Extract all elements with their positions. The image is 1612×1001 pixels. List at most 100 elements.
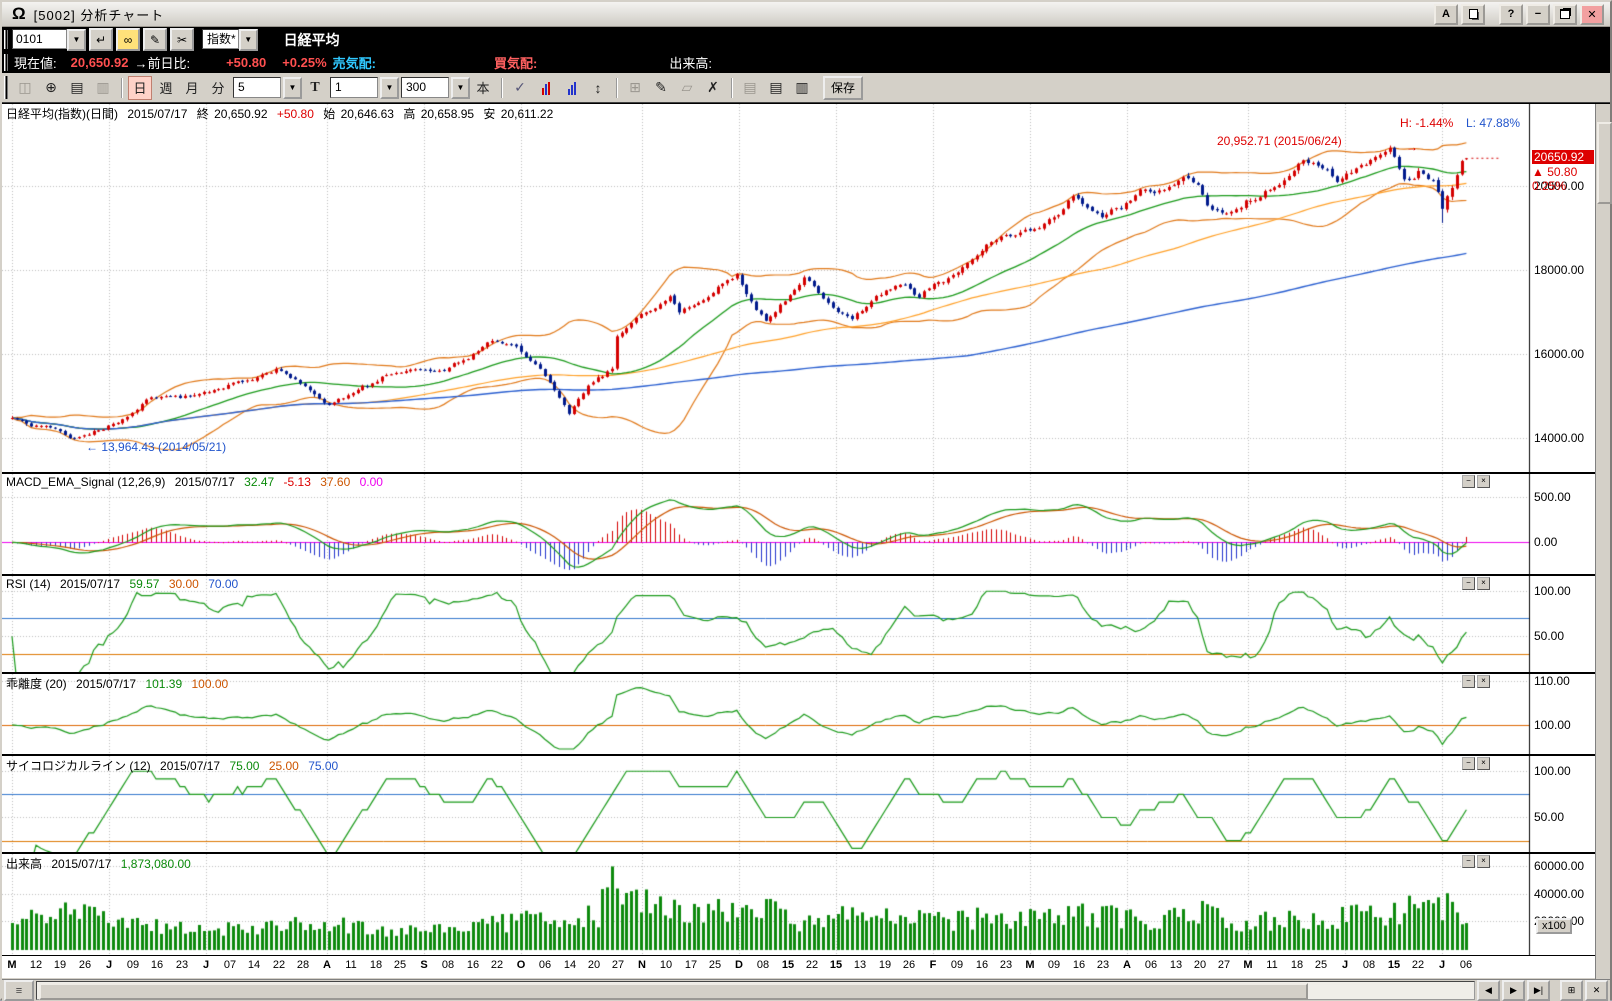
tick-button[interactable]: T: [303, 76, 327, 100]
bars-select[interactable]: 300: [401, 77, 449, 98]
scroll-left-button[interactable]: ◀: [1477, 980, 1500, 1001]
toolbar-grip[interactable]: [4, 30, 8, 50]
period-weekly-button[interactable]: 週: [154, 76, 178, 100]
minimize-panel-button[interactable]: −: [1462, 855, 1475, 868]
layout-page-icon[interactable]: ▤: [738, 76, 762, 100]
market-type-select[interactable]: 指数*: [202, 29, 239, 49]
count-dropdown[interactable]: ▼: [380, 77, 399, 99]
y-axis-label: 0.00: [1534, 535, 1557, 549]
y-axis-label: 50.00: [1534, 810, 1564, 824]
copy-page-icon[interactable]: ▥: [91, 76, 115, 100]
new-page-icon[interactable]: ▤: [65, 76, 89, 100]
scrollbar-grip[interactable]: ≡: [4, 980, 34, 1001]
compare-chart-icon[interactable]: [534, 76, 558, 100]
symbol-name: 日経平均: [284, 30, 340, 50]
corner-grid-button[interactable]: ⊞: [1560, 980, 1583, 1001]
scroll-right-button[interactable]: ▶: [1502, 980, 1525, 1001]
kairi-panel[interactable]: 乖離度 (20) 2015/07/17 101.39 100.00 − × 11…: [2, 674, 1596, 754]
scrollbar-track[interactable]: [36, 981, 1475, 1000]
count-combo[interactable]: 1 ▼: [328, 77, 399, 99]
interval-select[interactable]: 5: [233, 77, 281, 98]
brush-icon[interactable]: ✓: [508, 76, 532, 100]
kairi-canvas[interactable]: [2, 674, 1596, 754]
period-minute-button[interactable]: 分: [206, 76, 230, 100]
close-panel-button[interactable]: ×: [1477, 577, 1490, 590]
x-axis-label: M: [1025, 959, 1034, 971]
x-axis-label: D: [735, 959, 743, 971]
low-pct-annotation: L: 47.88%: [1466, 116, 1520, 130]
main-chart-panel[interactable]: 日経平均(指数)(日間) 2015/07/17 終 20,650.92 +50.…: [2, 104, 1596, 472]
toolbar-grip[interactable]: [4, 54, 8, 70]
rsi-panel[interactable]: RSI (14) 2015/07/17 59.57 30.00 70.00 − …: [2, 576, 1596, 672]
psych-panel[interactable]: サイコロジカルライン (12) 2015/07/17 75.00 25.00 7…: [2, 756, 1596, 852]
x-axis-label: S: [420, 959, 427, 971]
volume-chart-icon[interactable]: [560, 76, 584, 100]
search-symbol-button[interactable]: ∞: [116, 28, 140, 51]
close-panel-button[interactable]: ×: [1477, 757, 1490, 770]
edit-button[interactable]: ✎: [143, 28, 167, 51]
clip-button[interactable]: ✂: [170, 28, 194, 51]
toolbar-grip[interactable]: [4, 76, 8, 99]
interval-dropdown[interactable]: ▼: [283, 77, 302, 99]
close-panel-button[interactable]: ×: [1477, 475, 1490, 488]
title-bar[interactable]: Ω [5002] 分析チャート A ? − ✕: [2, 2, 1610, 27]
restore-button[interactable]: [1553, 4, 1577, 25]
minimize-panel-button[interactable]: −: [1462, 577, 1475, 590]
bars-dropdown[interactable]: ▼: [451, 77, 470, 99]
font-size-button[interactable]: A: [1434, 4, 1458, 25]
macd-panel[interactable]: MACD_EMA_Signal (12,26,9) 2015/07/17 32.…: [2, 474, 1596, 574]
pencil-icon[interactable]: ✎: [649, 76, 673, 100]
close-panel-button[interactable]: ×: [1477, 675, 1490, 688]
eraser-icon[interactable]: ▱: [675, 76, 699, 100]
x-axis-label: 16: [976, 959, 988, 971]
count-select[interactable]: 1: [330, 77, 378, 98]
scroll-end-button[interactable]: ▶|: [1527, 980, 1550, 1001]
macd-panel-controls: − ×: [1462, 475, 1490, 488]
delete-drawing-icon[interactable]: ✗: [701, 76, 725, 100]
save-button[interactable]: 保存: [823, 76, 863, 100]
scrollbar-thumb[interactable]: [39, 983, 1308, 1000]
updown-icon[interactable]: ↕: [586, 76, 610, 100]
close-button[interactable]: ✕: [1580, 4, 1604, 25]
volume-canvas[interactable]: [2, 854, 1596, 955]
close-panel-button[interactable]: ×: [1477, 855, 1490, 868]
duplicate-window-button[interactable]: [1461, 4, 1485, 25]
minimize-panel-button[interactable]: −: [1462, 475, 1475, 488]
minimize-panel-button[interactable]: −: [1462, 757, 1475, 770]
symbol-code-dropdown[interactable]: ▼: [67, 29, 86, 51]
prev-page-icon[interactable]: ▤: [764, 76, 788, 100]
blue-bars-icon: [568, 81, 577, 95]
period-daily-button[interactable]: 日: [128, 76, 152, 100]
x-axis-label: 20: [588, 959, 600, 971]
x-axis-label: 18: [370, 959, 382, 971]
volume-panel[interactable]: 出来高 2015/07/17 1,873,080.00 − × x100 600…: [2, 854, 1596, 955]
psych-date: 2015/07/17: [160, 759, 220, 773]
corner-close-button[interactable]: ✕: [1585, 980, 1608, 1001]
market-type-combo[interactable]: 指数* ▼: [194, 29, 258, 51]
macd-canvas[interactable]: [2, 474, 1596, 574]
red-blue-bars-icon: [542, 81, 551, 95]
symbol-code-combo[interactable]: 0101 ▼: [12, 29, 86, 51]
vertical-scrollbar-thumb[interactable]: [1597, 122, 1612, 204]
horizontal-scrollbar[interactable]: ≡ ◀ ▶ ▶| ⊞ ✕: [2, 979, 1610, 1001]
bars-combo[interactable]: 300 ▼: [399, 77, 470, 99]
minimize-panel-button[interactable]: −: [1462, 675, 1475, 688]
minimize-button[interactable]: −: [1526, 4, 1550, 25]
zoom-icon[interactable]: ⊕: [39, 76, 63, 100]
vertical-scrollbar[interactable]: [1595, 104, 1610, 979]
y-axis-label: 100.00: [1534, 764, 1571, 778]
market-type-dropdown[interactable]: ▼: [239, 29, 258, 51]
interval-combo[interactable]: 5 ▼: [231, 77, 302, 99]
main-chart-canvas[interactable]: [2, 104, 1596, 472]
x-axis-label: A: [323, 959, 331, 971]
candle-chart-icon[interactable]: ◫: [13, 76, 37, 100]
grid-icon[interactable]: ⊞: [623, 76, 647, 100]
help-button[interactable]: ?: [1499, 4, 1523, 25]
enter-button[interactable]: ↵: [89, 28, 113, 51]
x-axis-label: J: [1439, 959, 1445, 971]
period-monthly-button[interactable]: 月: [180, 76, 204, 100]
symbol-code-input[interactable]: 0101: [12, 29, 67, 49]
copy-icon: [1469, 9, 1478, 19]
next-page-icon[interactable]: ▥: [790, 76, 814, 100]
rsi-lower-value: 30.00: [169, 577, 199, 591]
